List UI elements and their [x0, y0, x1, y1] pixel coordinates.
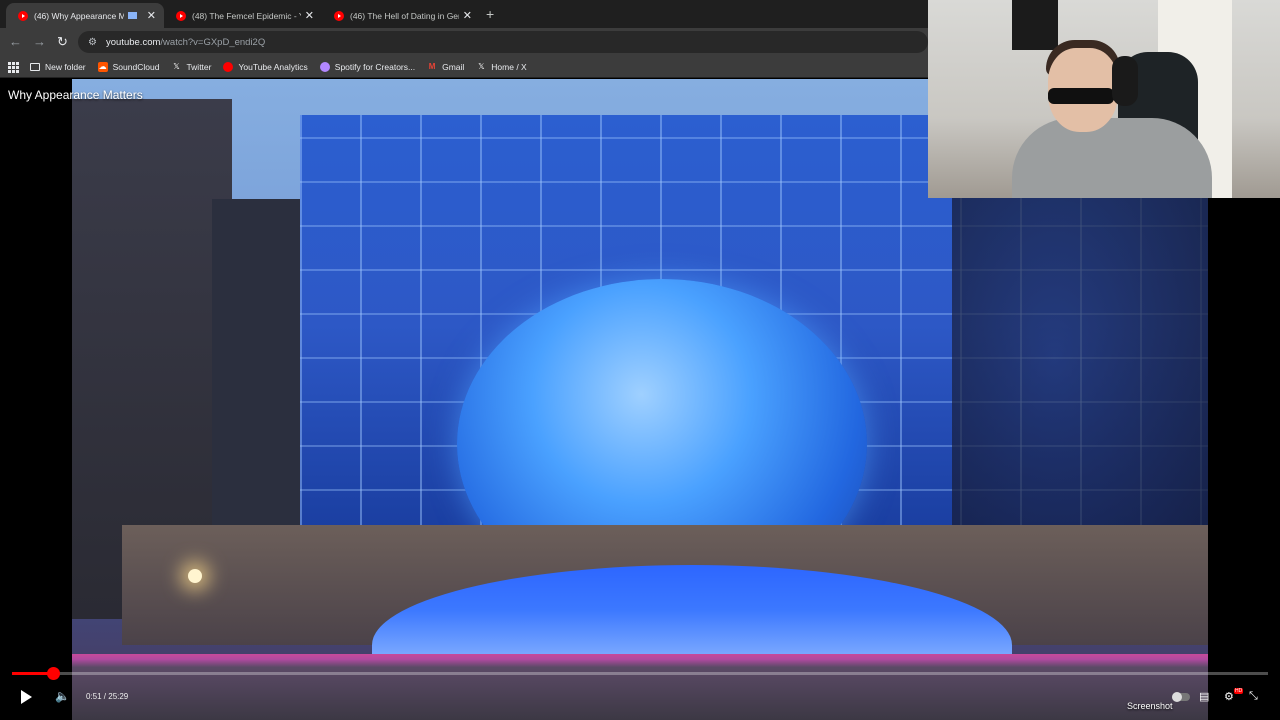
bookmark-spotify[interactable]: Spotify for Creators...: [319, 61, 416, 72]
bookmark-label: SoundCloud: [112, 61, 160, 72]
tab-hell-of-dating[interactable]: (46) The Hell of Dating in Gen Z ✕: [322, 3, 480, 28]
bookmark-twitter[interactable]: 𝕏 Twitter: [171, 62, 211, 72]
address-bar[interactable]: ⚙ youtube.com/watch?v=GXpD_endi2Q: [78, 31, 928, 53]
forward-icon[interactable]: →: [33, 34, 46, 49]
youtube-icon: [223, 61, 234, 72]
back-icon[interactable]: ←: [9, 34, 22, 49]
folder-icon: [30, 62, 40, 71]
volume-icon[interactable]: 🔈: [55, 689, 70, 703]
bookmark-label: Twitter: [186, 61, 212, 72]
subtitles-icon[interactable]: ▤: [1199, 690, 1209, 703]
url-host: youtube.com: [106, 36, 161, 48]
screenshot-label: Screenshot: [1127, 701, 1173, 711]
video-title[interactable]: Why Appearance Matters: [8, 88, 143, 102]
tab-title: (46) Why Appearance Matte: [34, 10, 124, 21]
bookmark-youtube-analytics[interactable]: YouTube Analytics: [223, 61, 308, 72]
settings-gear-icon[interactable]: ⚙: [1224, 690, 1234, 703]
close-icon[interactable]: ✕: [147, 9, 156, 22]
play-icon[interactable]: [21, 690, 32, 704]
time-display: 0:51 / 25:29: [86, 692, 129, 701]
reload-icon[interactable]: ↻: [57, 34, 68, 50]
webcam-overlay: [928, 0, 1280, 198]
tab-why-appearance-matters[interactable]: (46) Why Appearance Matte ✕: [6, 3, 164, 28]
bookmark-soundcloud[interactable]: ☁ SoundCloud: [97, 61, 160, 72]
bookmark-label: New folder: [45, 61, 86, 72]
tab-title: (46) The Hell of Dating in Gen Z: [350, 10, 459, 21]
bookmark-label: Spotify for Creators...: [334, 61, 416, 72]
spotify-icon: [319, 61, 330, 72]
bookmark-home-x[interactable]: 𝕏 Home / X: [476, 61, 527, 72]
x-icon: 𝕏: [173, 62, 180, 71]
bookmark-label: Gmail: [442, 61, 465, 72]
autoplay-toggle[interactable]: [1172, 692, 1190, 702]
close-icon[interactable]: ✕: [305, 9, 314, 22]
cast-icon: [127, 12, 137, 19]
bookmark-new-folder[interactable]: New folder: [30, 62, 86, 72]
bookmark-label: YouTube Analytics: [238, 61, 308, 72]
site-info-icon[interactable]: ⚙: [88, 37, 98, 48]
video-progress-bar[interactable]: [12, 667, 1268, 680]
apps-grid-icon[interactable]: [8, 61, 19, 73]
hd-badge: HD: [1234, 688, 1244, 694]
x-icon: 𝕏: [478, 62, 485, 71]
tab-femcel-epidemic[interactable]: (48) The Femcel Epidemic - You ✕: [164, 3, 322, 28]
tab-title: (48) The Femcel Epidemic - You: [192, 10, 301, 21]
youtube-icon: [176, 10, 186, 21]
scrubber-handle[interactable]: [47, 667, 61, 680]
bookmark-gmail[interactable]: M Gmail: [427, 61, 465, 72]
bookmark-label: Home / X: [491, 61, 527, 72]
new-tab-button[interactable]: +: [486, 6, 494, 22]
close-icon[interactable]: ✕: [463, 9, 472, 22]
soundcloud-icon: ☁: [97, 61, 108, 72]
youtube-icon: [334, 10, 344, 21]
url-path: /watch?v=GXpD_endi2Q: [160, 36, 266, 48]
exit-fullscreen-icon[interactable]: ⤡: [1249, 690, 1258, 703]
gmail-icon: M: [428, 62, 436, 71]
youtube-icon: [18, 10, 28, 21]
